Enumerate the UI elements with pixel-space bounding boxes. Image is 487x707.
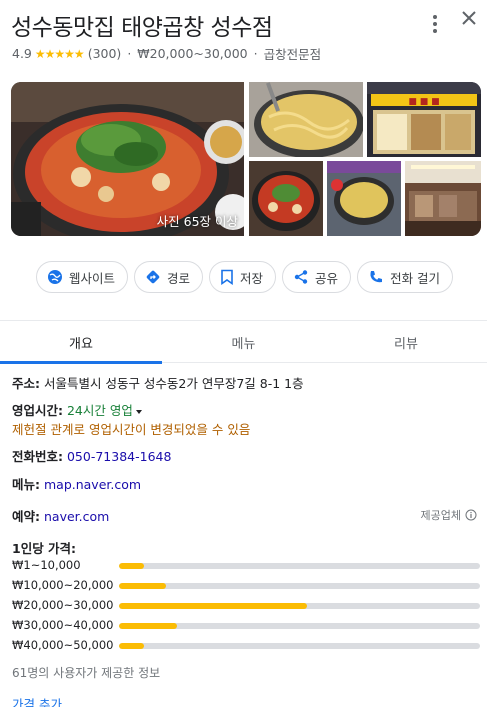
reservation-link[interactable]: naver.com <box>44 509 109 524</box>
tab-overview[interactable]: 개요 <box>0 321 162 363</box>
price-range-bar <box>119 643 145 649</box>
chevron-down-icon[interactable] <box>135 409 142 414</box>
price-range-label: ₩40,000~50,000 <box>12 638 114 652</box>
rating-value: 4.9 <box>12 46 32 61</box>
price-range-bar <box>119 563 145 569</box>
price-range-label: ₩10,000~20,000 <box>12 578 114 592</box>
price-range-bar <box>119 583 166 589</box>
share-icon <box>294 270 308 284</box>
price-range-label: ₩30,000~40,000 <box>12 618 114 632</box>
info-icon <box>465 509 477 521</box>
place-title: 성수동맛집 태양곱창 성수점 <box>11 15 273 41</box>
price-range-bar <box>119 623 177 629</box>
address-value: 서울특별시 성동구 성수동2가 연무장7길 8-1 1층 <box>43 376 304 391</box>
place-meta: 4.9 ★★★★★ (300) · ₩20,000~30,000 · 곱창전문점 <box>12 44 321 63</box>
share-label: 공유 <box>315 270 339 286</box>
price-range-track <box>119 603 480 609</box>
tab-reviews[interactable]: 리뷰 <box>325 321 487 363</box>
photo-interior[interactable] <box>405 161 481 236</box>
call-button[interactable]: 전화 걸기 <box>357 261 454 293</box>
phone-row: 전화번호: 050-71384-1648 <box>12 446 171 465</box>
photo-storefront[interactable]: ■ ■ ■ <box>367 82 481 157</box>
price-footnote: 61명의 사용자가 제공한 정보 <box>12 666 161 680</box>
hours-label: 영업시간: <box>12 403 63 418</box>
price-range-track <box>119 623 480 629</box>
svg-text:■ ■ ■: ■ ■ ■ <box>408 97 439 107</box>
address-row: 주소: 서울특별시 성동구 성수동2가 연무장7길 8-1 1층 <box>12 373 304 392</box>
price-range-label: ₩20,000~30,000 <box>12 598 114 612</box>
photo-stew[interactable] <box>249 161 323 236</box>
price-range-track <box>119 563 480 569</box>
photo-count-label: 사진 65장 이상 <box>156 214 238 229</box>
price-range-row: ₩20,000~30,000 <box>12 598 480 614</box>
directions-button[interactable]: 경로 <box>134 261 204 293</box>
menu-row: 메뉴: map.naver.com <box>12 474 141 493</box>
price-range-label: ₩1~10,000 <box>12 558 81 572</box>
add-price-link[interactable]: 가격 추가 <box>12 694 62 707</box>
menu-link[interactable]: map.naver.com <box>44 477 141 492</box>
phone-icon <box>370 271 383 283</box>
price-range-bar <box>119 603 307 609</box>
provider-info[interactable]: 제공업체 <box>421 507 477 523</box>
category[interactable]: 곱창전문점 <box>264 44 322 63</box>
reservation-label: 예약: <box>12 509 40 524</box>
tab-menu[interactable]: 메뉴 <box>162 321 325 363</box>
photo-gallery: 사진 65장 이상 ■ ■ ■ <box>11 82 481 236</box>
reservation-row: 예약: naver.com <box>12 506 109 525</box>
directions-icon <box>146 270 160 284</box>
phone-label: 전화번호: <box>12 449 63 464</box>
price-range-row: ₩30,000~40,000 <box>12 618 480 634</box>
more-options-icon[interactable] <box>426 12 444 36</box>
hours-value[interactable]: 24시간 영업 <box>67 403 133 418</box>
price-range-track <box>119 643 480 649</box>
price-range-track <box>119 583 480 589</box>
price-range-row: ₩1~10,000 <box>12 558 480 574</box>
active-tab-indicator <box>0 361 162 364</box>
provider-label: 제공업체 <box>420 509 461 522</box>
photo-rice[interactable] <box>327 161 401 236</box>
review-count[interactable]: (300) <box>88 46 122 61</box>
price-range-row: ₩10,000~20,000 <box>12 578 480 594</box>
close-icon[interactable] <box>457 6 481 30</box>
price-range-row: ₩40,000~50,000 <box>12 638 480 654</box>
save-button[interactable]: 저장 <box>209 261 277 293</box>
price-level: ₩20,000~30,000 <box>137 46 248 61</box>
share-button[interactable]: 공유 <box>282 261 352 293</box>
separator: · <box>253 46 258 61</box>
phone-link[interactable]: 050-71384-1648 <box>67 449 171 464</box>
menu-label: 메뉴: <box>12 477 40 492</box>
tab-bar: 개요 메뉴 리뷰 <box>0 320 487 364</box>
directions-label: 경로 <box>167 270 191 286</box>
website-label: 웹사이트 <box>69 270 116 286</box>
address-label: 주소: <box>12 376 40 391</box>
price-heading: 1인당 가격: <box>12 538 76 557</box>
bookmark-icon <box>221 269 233 285</box>
separator: · <box>127 46 132 61</box>
action-chips: 웹사이트 경로 저장 공유 전화 걸기 <box>36 261 454 293</box>
call-label: 전화 걸기 <box>390 270 441 286</box>
price-heading-label: 1인당 가격: <box>12 541 77 556</box>
hours-note: 제헌절 관계로 영업시간이 변경되었을 수 있음 <box>12 422 251 437</box>
save-label: 저장 <box>240 270 264 286</box>
globe-icon <box>48 270 62 284</box>
photo-main[interactable]: 사진 65장 이상 <box>11 82 244 236</box>
photo-noodles[interactable] <box>249 82 363 157</box>
star-rating-icon: ★★★★★ <box>34 46 85 61</box>
hours-row: 영업시간: 24시간 영업 <box>12 400 142 419</box>
website-button[interactable]: 웹사이트 <box>36 261 129 293</box>
